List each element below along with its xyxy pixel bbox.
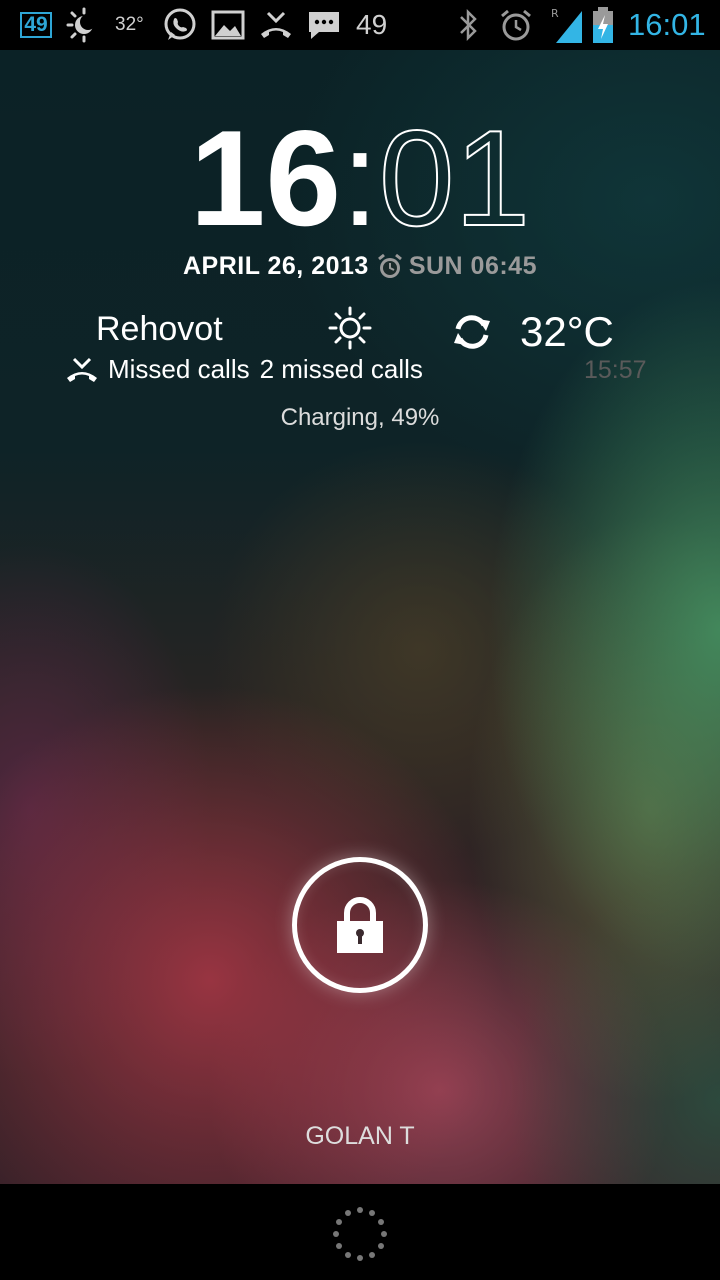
- lock-icon: [337, 897, 383, 953]
- alarm-time: SUN 06:45: [408, 252, 537, 280]
- loading-spinner-icon: [332, 1206, 388, 1267]
- date-text: APRIL 26, 2013: [183, 252, 369, 280]
- weather-temperature: 32°C: [520, 308, 614, 355]
- battery-charging-icon: [590, 0, 616, 50]
- missed-call-icon: [258, 0, 294, 50]
- alarm-clock-icon: [377, 253, 402, 278]
- status-bar: 49 32° 49 R 16:01: [0, 0, 720, 50]
- missed-calls-detail: 2 missed calls: [259, 354, 423, 384]
- signal-icon: R: [550, 0, 586, 50]
- svg-text:R: R: [551, 7, 559, 20]
- message-icon: [306, 0, 342, 50]
- refresh-weather-icon[interactable]: [450, 311, 494, 358]
- weather-city: Rehovot: [96, 310, 223, 348]
- bluetooth-icon: [454, 0, 482, 50]
- notification-count: 49: [356, 9, 388, 40]
- gallery-icon: [210, 0, 246, 50]
- unlock-handle[interactable]: [292, 857, 428, 993]
- clock-separator: :: [341, 102, 379, 254]
- alarm-icon: [498, 0, 534, 50]
- sun-icon: [327, 305, 373, 356]
- missed-call-icon: [67, 357, 97, 382]
- status-temp: 32°: [115, 14, 144, 35]
- weather-icon: [66, 0, 102, 50]
- whatsapp-icon: [162, 0, 198, 50]
- status-time: 16:01: [628, 7, 706, 42]
- charging-status: Charging, 49%: [280, 404, 440, 431]
- clock-minutes: 01: [378, 102, 531, 254]
- lockscreen-clock: 16:01: [0, 109, 720, 247]
- clock-hours: 16: [189, 102, 342, 254]
- missed-calls-notice[interactable]: Missed calls 2 missed calls: [66, 354, 423, 385]
- next-alarm: SUN 06:45: [377, 252, 537, 281]
- date-line: APRIL 26, 2013 SUN 06:45: [0, 252, 720, 281]
- notification-badge: 49: [20, 12, 52, 38]
- owner-info: GOLAN T: [305, 1122, 415, 1150]
- weather-updated-time: 15:57: [584, 356, 647, 384]
- missed-calls-label: Missed calls: [108, 354, 250, 384]
